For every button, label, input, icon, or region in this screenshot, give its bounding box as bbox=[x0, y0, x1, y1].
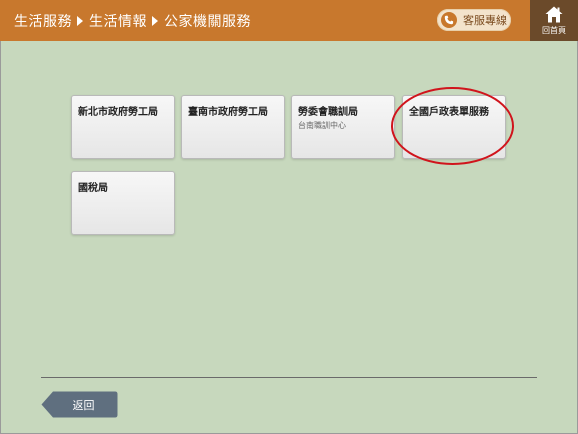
breadcrumb-arrow-icon bbox=[77, 15, 83, 26]
tile-title: 國稅局 bbox=[78, 183, 108, 194]
back-label: 返回 bbox=[72, 398, 95, 412]
breadcrumb-item-life-services[interactable]: 生活服務 bbox=[14, 11, 72, 31]
customer-service-label: 客服專線 bbox=[463, 14, 507, 27]
tile-subtitle: 台南職訓中心 bbox=[298, 121, 346, 130]
customer-service-button[interactable]: 客服專線 bbox=[437, 9, 511, 31]
home-icon bbox=[545, 6, 563, 22]
tile-new-taipei-labor-bureau[interactable]: 新北市政府勞工局 bbox=[71, 95, 175, 159]
breadcrumb-arrow-icon bbox=[152, 15, 158, 26]
home-button[interactable]: 回首頁 bbox=[530, 0, 578, 41]
breadcrumb-item-life-info[interactable]: 生活情報 bbox=[89, 11, 147, 31]
tile-tainan-labor-bureau[interactable]: 臺南市政府勞工局 bbox=[181, 95, 285, 159]
tile-household-registration-forms[interactable]: 全國戶政表單服務 bbox=[402, 95, 506, 159]
tile-title: 新北市政府勞工局 bbox=[78, 107, 158, 118]
home-label: 回首頁 bbox=[542, 25, 566, 35]
tile-national-taxation-bureau[interactable]: 國稅局 bbox=[71, 171, 175, 235]
phone-icon bbox=[441, 12, 457, 28]
tile-title: 臺南市政府勞工局 bbox=[188, 107, 268, 118]
tile-title: 勞委會職訓局 bbox=[298, 107, 358, 118]
breadcrumb-item-public-agencies: 公家機關服務 bbox=[164, 13, 251, 30]
tile-title: 全國戶政表單服務 bbox=[409, 107, 489, 118]
tile-labor-training-bureau[interactable]: 勞委會職訓局 台南職訓中心 bbox=[291, 95, 395, 159]
header-bar: 生活服務 生活情報 公家機關服務 客服專線 回首頁 bbox=[0, 0, 578, 41]
back-button[interactable]: 返回 bbox=[41, 391, 118, 418]
breadcrumb: 生活服務 生活情報 公家機關服務 bbox=[14, 0, 251, 41]
footer-divider bbox=[41, 377, 537, 378]
